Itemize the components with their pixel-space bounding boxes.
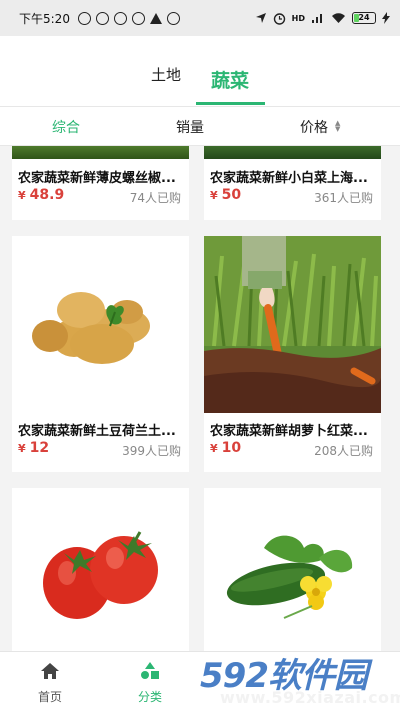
charging-icon xyxy=(382,12,390,24)
product-card[interactable] xyxy=(204,488,381,651)
currency-symbol: ¥ xyxy=(18,189,26,202)
sort-price[interactable]: 价格 xyxy=(300,117,328,137)
currency-symbol: ¥ xyxy=(210,189,218,202)
sold-count: 74人已购 xyxy=(129,191,181,205)
product-card[interactable]: 农家蔬菜新鲜薄皮螺丝椒... ¥48.9 74人已购 xyxy=(12,146,189,220)
price-value: 10 xyxy=(221,440,242,456)
product-price: ¥48.9 xyxy=(18,187,64,203)
potato-image xyxy=(12,236,189,413)
price-value: 48.9 xyxy=(29,187,65,203)
category-icon xyxy=(141,662,159,679)
product-card[interactable] xyxy=(12,488,189,651)
product-card[interactable]: 农家蔬菜新鲜土豆荷兰土... ¥12 399人已购 xyxy=(12,236,189,472)
sold-count: 399人已购 xyxy=(122,444,181,458)
sort-arrows-icon[interactable]: ▲ ▼ xyxy=(335,120,340,133)
product-title: 农家蔬菜新鲜胡萝卜红菜... xyxy=(210,424,368,439)
wifi-icon xyxy=(332,13,345,23)
product-price: ¥10 xyxy=(210,440,241,456)
product-image xyxy=(12,146,189,159)
cucumber-image xyxy=(204,488,381,651)
battery-percent: 24 xyxy=(358,13,370,22)
product-image xyxy=(204,236,381,413)
sold-count: 361人已购 xyxy=(314,191,373,205)
sold-count: 208人已购 xyxy=(314,444,373,458)
nav-home[interactable]: 首页 xyxy=(0,652,100,711)
product-title: 农家蔬菜新鲜土豆荷兰土... xyxy=(18,424,176,439)
product-image xyxy=(12,488,189,651)
location-arrow-icon xyxy=(255,13,266,23)
tab-vegetables[interactable]: 蔬菜 xyxy=(211,66,249,93)
price-value: 12 xyxy=(29,440,50,456)
signal-hd-label: HD xyxy=(291,13,305,23)
active-tab-indicator xyxy=(196,102,265,105)
tab-land[interactable]: 土地 xyxy=(151,64,181,85)
nav-home-label: 首页 xyxy=(37,690,62,704)
product-image xyxy=(12,236,189,413)
app-screen: 下午5:20 HD 24 土地 蔬菜 综合 销量 价格 ▲ ▼ 农家蔬菜新鲜薄皮… xyxy=(0,0,400,711)
product-title: 农家蔬菜新鲜小白菜上海... xyxy=(210,171,368,186)
status-bar: 下午5:20 HD 24 xyxy=(0,0,400,36)
app-notification-icon xyxy=(113,11,127,25)
watermark-url: www.592xiazai.com xyxy=(220,688,400,707)
carrot-field-image xyxy=(204,236,381,413)
app-notification-icon xyxy=(77,11,91,25)
product-card[interactable]: 农家蔬菜新鲜小白菜上海... ¥50 361人已购 xyxy=(204,146,381,220)
tomato-image xyxy=(12,488,189,651)
app-notification-icon xyxy=(166,11,180,25)
sort-comprehensive[interactable]: 综合 xyxy=(52,117,80,137)
battery-icon: 24 xyxy=(352,12,376,24)
nav-category-label: 分类 xyxy=(137,690,162,704)
app-notification-icon xyxy=(131,11,145,25)
alarm-icon xyxy=(273,12,285,25)
status-time: 下午5:20 xyxy=(19,11,70,26)
product-image xyxy=(204,146,381,159)
nav-category[interactable]: 分类 xyxy=(100,652,200,711)
product-card[interactable]: 农家蔬菜新鲜胡萝卜红菜... ¥10 208人已购 xyxy=(204,236,381,472)
product-price: ¥12 xyxy=(18,440,49,456)
currency-symbol: ¥ xyxy=(18,442,26,455)
app-notification-icon xyxy=(95,11,109,25)
sort-sales[interactable]: 销量 xyxy=(176,117,204,137)
product-image xyxy=(204,488,381,651)
sort-bar: 综合 销量 价格 ▲ ▼ xyxy=(0,106,400,146)
notification-icons xyxy=(77,11,180,25)
top-tabs: 土地 蔬菜 xyxy=(0,36,400,106)
home-icon xyxy=(41,663,59,679)
product-price: ¥50 xyxy=(210,187,241,203)
currency-symbol: ¥ xyxy=(210,442,218,455)
signal-icon xyxy=(312,14,322,23)
system-icons: HD 24 xyxy=(255,12,390,25)
product-title: 农家蔬菜新鲜薄皮螺丝椒... xyxy=(18,171,176,186)
price-value: 50 xyxy=(221,187,242,203)
watermark: 592软件园 www.592xiazai.com xyxy=(200,648,400,711)
location-icon xyxy=(149,12,162,24)
